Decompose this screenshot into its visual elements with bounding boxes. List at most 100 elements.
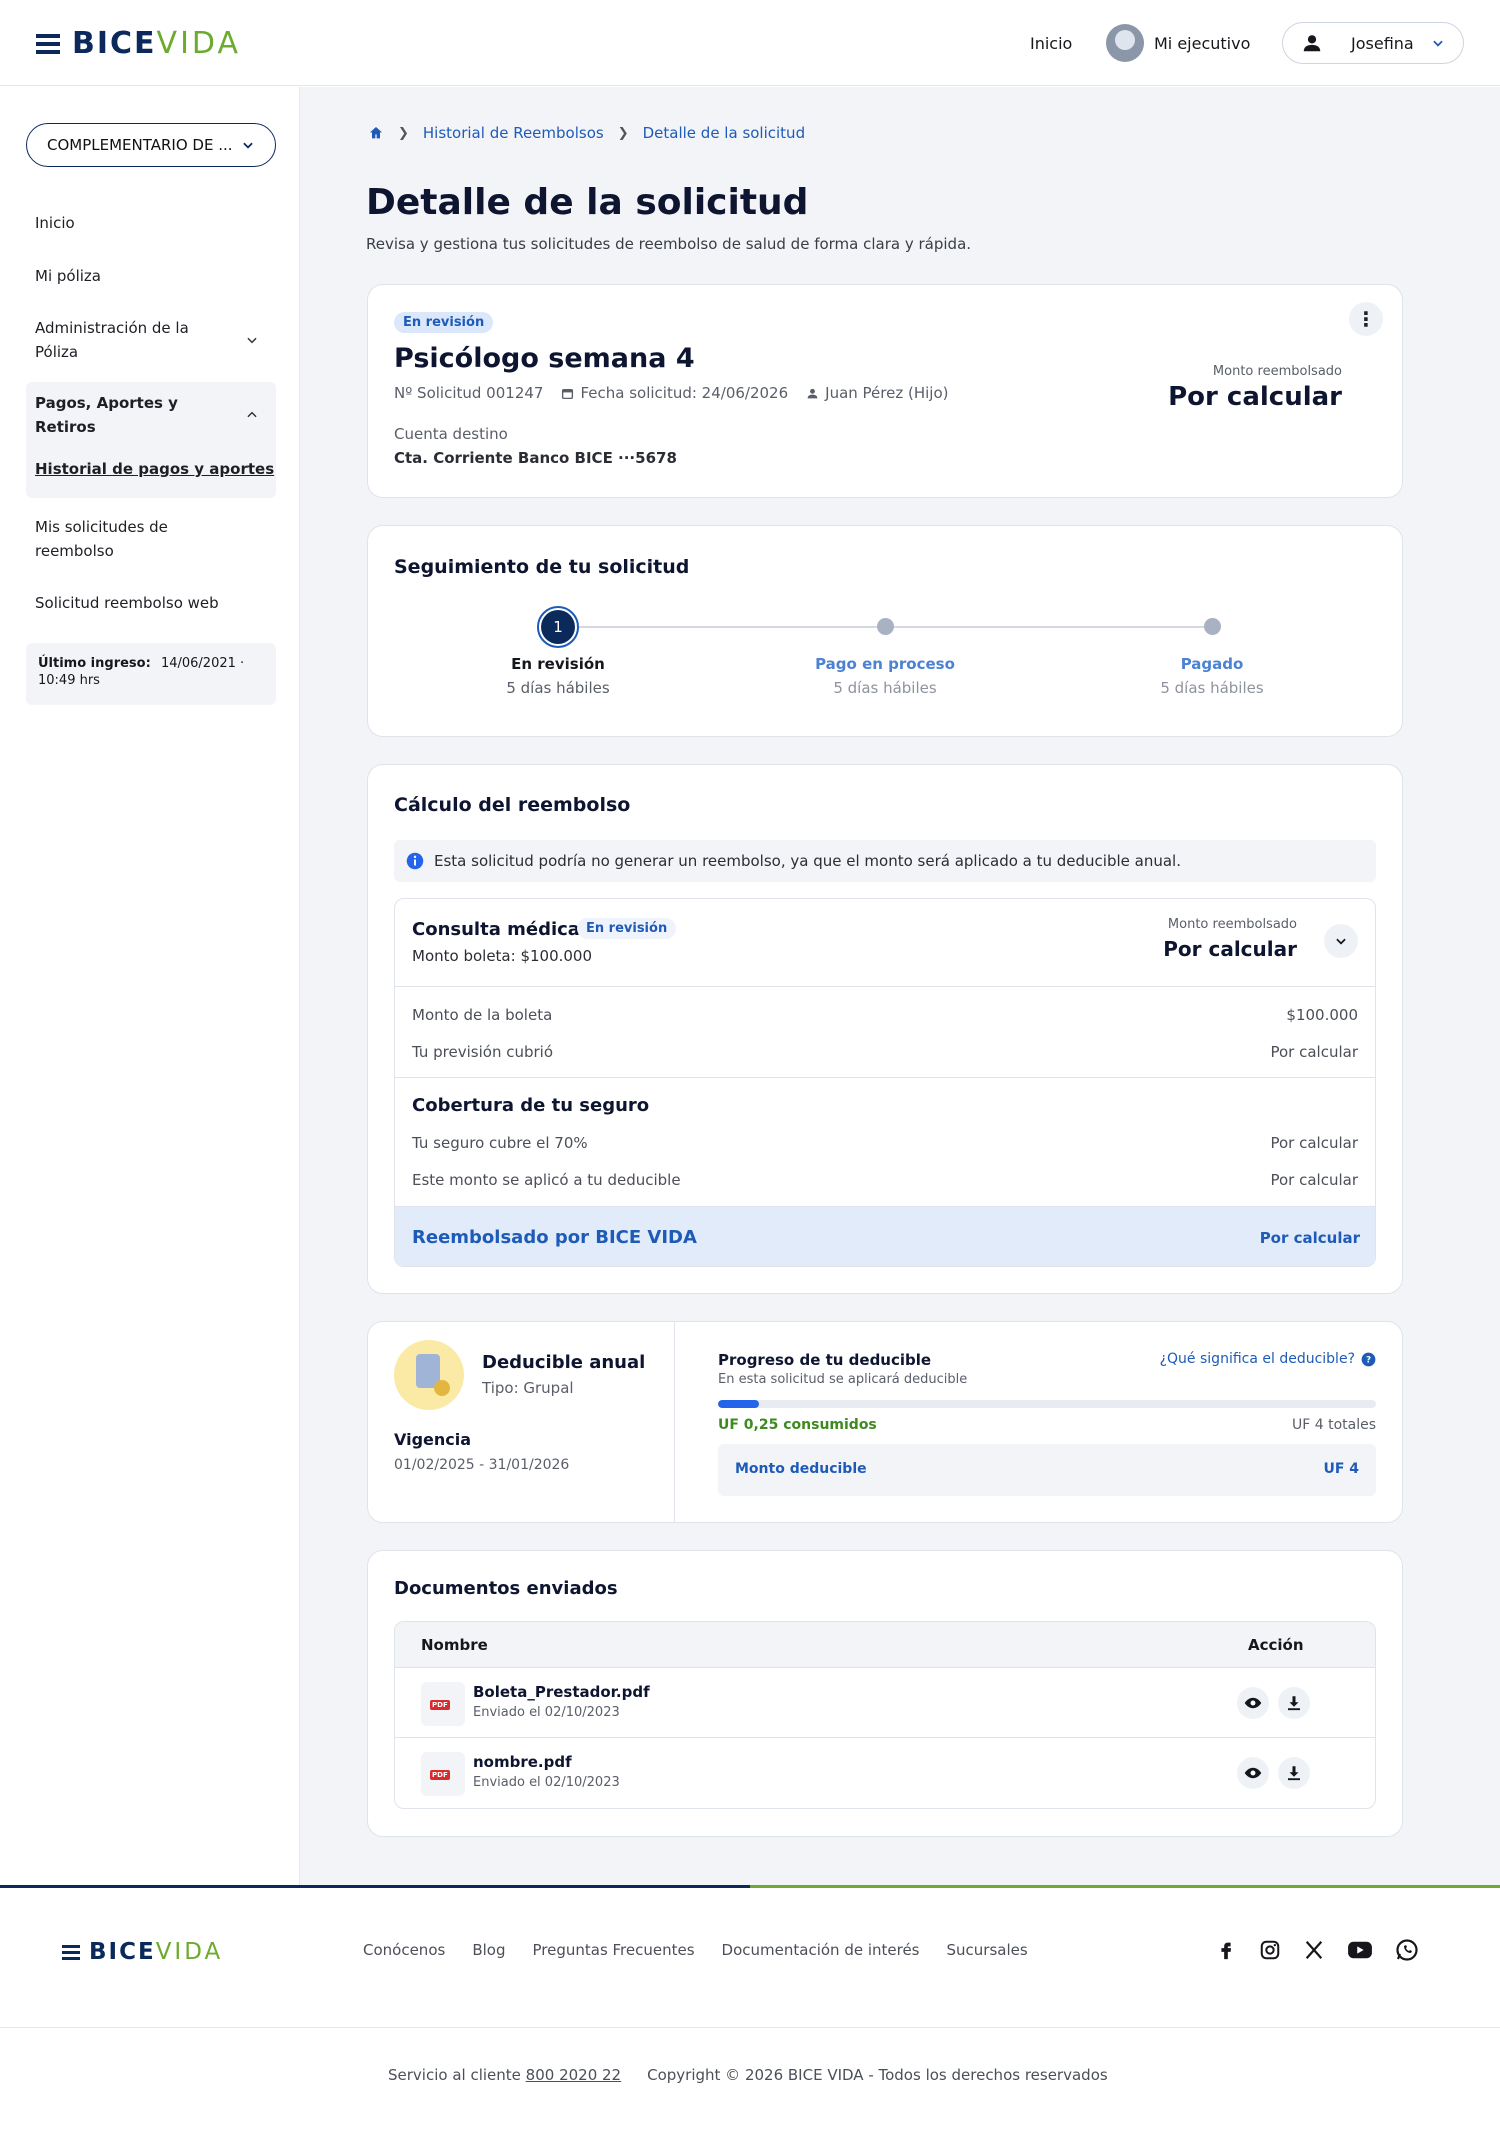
chevron-down-icon bbox=[243, 142, 253, 149]
help-icon: ? bbox=[1361, 1352, 1376, 1366]
facebook-icon[interactable] bbox=[1215, 1939, 1237, 1961]
step-1-label: En revisión bbox=[511, 655, 605, 673]
footer-logo[interactable]: BICEVIDA bbox=[62, 1939, 223, 1965]
chevron-down-icon bbox=[1433, 40, 1443, 47]
view-button[interactable] bbox=[1237, 1757, 1269, 1789]
footer-link-conocenos[interactable]: Conócenos bbox=[363, 1941, 445, 1959]
page-title: Detalle de la solicitud bbox=[366, 182, 809, 223]
step-2-label: Pago en proceso bbox=[815, 655, 955, 673]
total-value: Por calcular bbox=[1259, 1229, 1360, 1247]
x-icon[interactable] bbox=[1303, 1939, 1325, 1961]
sidebar-item-solicitud-web[interactable]: Solicitud reembolso web bbox=[35, 591, 219, 615]
sidebar-item-inicio[interactable]: Inicio bbox=[35, 211, 75, 235]
progress-subtitle: En esta solicitud se aplicará deducible bbox=[718, 1372, 968, 1387]
file-name: Boleta_Prestador.pdf bbox=[473, 1683, 650, 1701]
documents-title: Documentos enviados bbox=[394, 1578, 618, 1599]
table-row: PDF Boleta_Prestador.pdf Enviado el 02/1… bbox=[395, 1668, 1375, 1738]
calc-row-boleta: Monto de la boleta $100.000 bbox=[412, 1006, 1358, 1024]
sidebar-item-pagos[interactable]: Pagos, Aportes y Retiros bbox=[35, 391, 195, 439]
breadcrumb-historial[interactable]: Historial de Reembolsos bbox=[423, 124, 604, 142]
youtube-icon[interactable] bbox=[1347, 1939, 1373, 1961]
request-title: Psicólogo semana 4 bbox=[394, 343, 695, 374]
tracking-card: Seguimiento de tu solicitud 1 En revisió… bbox=[367, 525, 1403, 737]
more-options-button[interactable]: ⋮ bbox=[1349, 302, 1383, 336]
sidebar-item-mi-poliza[interactable]: Mi póliza bbox=[35, 264, 101, 288]
validity-label: Vigencia bbox=[394, 1430, 472, 1449]
calendar-icon bbox=[562, 388, 574, 399]
request-meta: Nº Solicitud 001247 Fecha solicitud: 24/… bbox=[394, 384, 948, 402]
step-2-dot bbox=[877, 618, 894, 635]
customer-service: Servicio al cliente 800 2020 22 bbox=[388, 2066, 622, 2084]
download-button[interactable] bbox=[1278, 1757, 1310, 1789]
footer-links: Conócenos Blog Preguntas Frecuentes Docu… bbox=[363, 1941, 1028, 1959]
sidebar-item-administracion[interactable]: Administración de la Póliza bbox=[35, 316, 225, 364]
deductible-card: Deducible anual Tipo: Grupal Vigencia 01… bbox=[367, 1321, 1403, 1523]
table-row: PDF nombre.pdf Enviado el 02/10/2023 bbox=[395, 1738, 1375, 1808]
phone-link[interactable]: 800 2020 22 bbox=[526, 2066, 621, 2084]
menu-icon bbox=[62, 1944, 80, 1960]
whatsapp-icon[interactable] bbox=[1395, 1938, 1419, 1962]
breadcrumb: ❯ Historial de Reembolsos ❯ Detalle de l… bbox=[368, 124, 805, 142]
menu-icon bbox=[36, 33, 60, 54]
file-name: nombre.pdf bbox=[473, 1753, 572, 1771]
request-number: Nº Solicitud 001247 bbox=[394, 384, 544, 402]
footer-link-sucursales[interactable]: Sucursales bbox=[947, 1941, 1028, 1959]
deductible-help-link[interactable]: ¿Qué significa el deducible? ? bbox=[1160, 1351, 1376, 1367]
instagram-icon[interactable] bbox=[1259, 1939, 1281, 1961]
deductible-title: Deducible anual bbox=[482, 1352, 646, 1373]
coverage-title: Cobertura de tu seguro bbox=[412, 1095, 650, 1116]
request-summary-card: En revisión Psicólogo semana 4 Nº Solici… bbox=[367, 284, 1403, 498]
last-login-box: Último ingreso: 14/06/2021 · 10:49 hrs bbox=[26, 643, 276, 705]
kebab-icon: ⋮ bbox=[1356, 307, 1376, 331]
sidebar-item-mis-solicitudes[interactable]: Mis solicitudes de reembolso bbox=[35, 515, 205, 563]
social-links bbox=[1215, 1938, 1419, 1962]
account-label: Cuenta destino bbox=[394, 425, 508, 443]
download-icon bbox=[1288, 1766, 1300, 1781]
calc-item-amount-value: Por calcular bbox=[1163, 937, 1297, 961]
collapse-button[interactable] bbox=[1324, 924, 1358, 958]
nav-home-link[interactable]: Inicio bbox=[1030, 0, 1072, 86]
page-subtitle: Revisa y gestiona tus solicitudes de ree… bbox=[366, 235, 972, 253]
chevron-down-icon[interactable] bbox=[245, 333, 259, 347]
footer-link-faq[interactable]: Preguntas Frecuentes bbox=[532, 1941, 694, 1959]
footer-link-documentacion[interactable]: Documentación de interés bbox=[722, 1941, 920, 1959]
user-menu-button[interactable]: Josefina bbox=[1282, 22, 1464, 64]
download-button[interactable] bbox=[1278, 1687, 1310, 1719]
coverage-row-percent: Tu seguro cubre el 70% Por calcular bbox=[412, 1134, 1358, 1152]
deductible-type: Tipo: Grupal bbox=[482, 1379, 574, 1397]
pdf-icon: PDF bbox=[421, 1682, 465, 1726]
deductible-illustration bbox=[394, 1340, 464, 1410]
file-sent-date: Enviado el 02/10/2023 bbox=[473, 1775, 620, 1790]
step-3-label: Pagado bbox=[1180, 655, 1244, 673]
home-icon[interactable] bbox=[368, 125, 384, 141]
calc-row-prevision: Tu previsión cubrió Por calcular bbox=[412, 1043, 1358, 1061]
col-name: Nombre bbox=[421, 1636, 488, 1654]
copyright: Copyright © 2026 BICE VIDA - Todos los d… bbox=[647, 2066, 1108, 2084]
calc-item-amount-label: Monto reembolsado bbox=[1167, 917, 1297, 932]
bice-vida-logo[interactable]: BICEVIDA bbox=[36, 26, 241, 61]
breadcrumb-current: Detalle de la solicitud bbox=[642, 124, 806, 142]
tracking-title: Seguimiento de tu solicitud bbox=[394, 556, 690, 578]
amount-value: Por calcular bbox=[1168, 382, 1342, 412]
person-icon bbox=[807, 388, 818, 398]
documents-card: Documentos enviados Nombre Acción PDF Bo… bbox=[367, 1550, 1403, 1837]
calc-title: Cálculo del reembolso bbox=[394, 794, 631, 816]
executive-link[interactable]: Mi ejecutivo bbox=[1106, 0, 1250, 86]
footer-link-blog[interactable]: Blog bbox=[472, 1941, 505, 1959]
calc-item-name: Consulta médica bbox=[412, 919, 580, 940]
documents-table: Nombre Acción PDF Boleta_Prestador.pdf E… bbox=[394, 1621, 1376, 1809]
chevron-up-icon[interactable] bbox=[245, 408, 259, 422]
sidebar-subitem-historial[interactable]: Historial de pagos y aportes bbox=[35, 457, 274, 481]
top-header: BICEVIDA Inicio Mi ejecutivo Josefina bbox=[0, 0, 1500, 86]
coin-icon bbox=[434, 1380, 450, 1396]
progress-title: Progreso de tu deducible bbox=[718, 1351, 932, 1369]
chevron-right-icon: ❯ bbox=[617, 125, 629, 141]
consumed-label: UF 0,25 consumidos bbox=[718, 1417, 877, 1433]
chevron-right-icon: ❯ bbox=[398, 125, 409, 141]
step-1-dot: 1 bbox=[541, 610, 575, 644]
col-action: Acción bbox=[1248, 1636, 1304, 1654]
total-label: Reembolsado por BICE VIDA bbox=[412, 1227, 697, 1248]
policy-dropdown[interactable]: COMPLEMENTARIO DE ... bbox=[26, 123, 276, 167]
file-sent-date: Enviado el 02/10/2023 bbox=[473, 1705, 620, 1720]
view-button[interactable] bbox=[1237, 1687, 1269, 1719]
